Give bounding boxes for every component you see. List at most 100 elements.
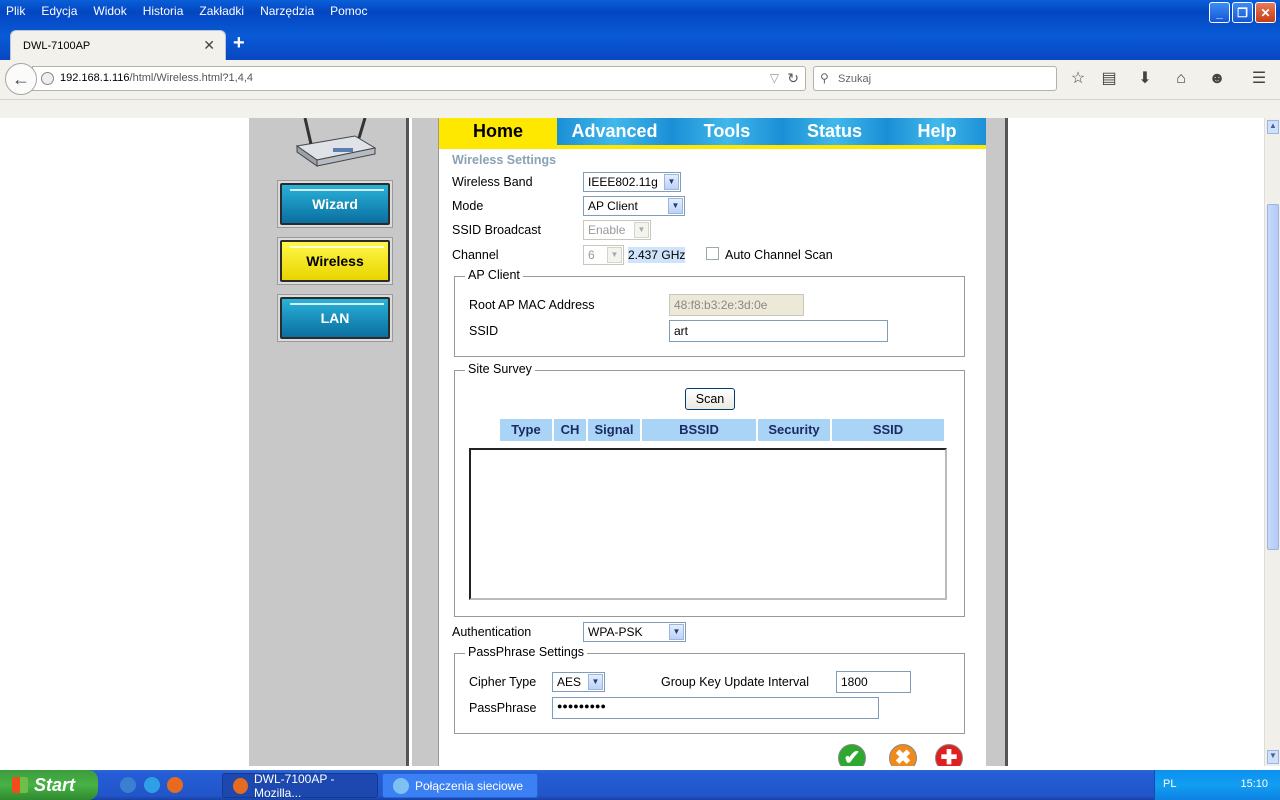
column-signal[interactable]: Signal xyxy=(588,419,640,441)
ssid-input[interactable]: art xyxy=(669,320,888,342)
tabs-underline xyxy=(439,145,987,149)
column-security[interactable]: Security xyxy=(758,419,830,441)
nav-wireless-button[interactable]: Wireless xyxy=(277,237,393,285)
mode-select[interactable]: AP Client ▼ xyxy=(583,196,685,216)
scroll-down-icon[interactable]: ▼ xyxy=(1267,750,1279,764)
home-icon[interactable]: ⌂ xyxy=(1170,69,1192,91)
start-button[interactable]: Start xyxy=(0,770,98,800)
ssid-label: SSID xyxy=(469,324,499,338)
channel-label: Channel xyxy=(452,248,499,262)
ssid-broadcast-value: Enable xyxy=(588,223,626,237)
quick-launch-firefox-icon[interactable] xyxy=(167,777,183,793)
site-survey-list[interactable] xyxy=(469,448,947,600)
menu-narzedzia[interactable]: Narzędzia xyxy=(252,0,322,22)
column-bssid[interactable]: BSSID xyxy=(642,419,756,441)
chat-icon[interactable]: ☻ xyxy=(1206,69,1228,91)
group-key-label: Group Key Update Interval xyxy=(661,675,809,689)
tab-advanced[interactable]: Advanced xyxy=(557,118,672,145)
nav-wizard-button[interactable]: Wizard xyxy=(277,180,393,228)
nav-wizard-label: Wizard xyxy=(280,183,390,225)
task-firefox[interactable]: DWL-7100AP - Mozilla... xyxy=(222,771,378,800)
chevron-down-icon: ▼ xyxy=(668,198,683,214)
tab-status[interactable]: Status xyxy=(782,118,887,145)
column-ch[interactable]: CH xyxy=(554,419,586,441)
new-tab-button[interactable]: + xyxy=(233,32,245,54)
menu-plik[interactable]: Plik xyxy=(0,0,33,22)
passphrase-input[interactable]: ●●●●●●●●● xyxy=(552,697,879,719)
language-indicator[interactable]: PL xyxy=(1163,778,1176,790)
scan-button[interactable]: Scan xyxy=(685,388,735,410)
hamburger-menu-icon[interactable]: ☰ xyxy=(1248,69,1270,91)
menu-widok[interactable]: Widok xyxy=(85,0,134,22)
menu-historia[interactable]: Historia xyxy=(135,0,192,22)
column-type[interactable]: Type xyxy=(500,419,552,441)
group-key-input[interactable]: 1800 xyxy=(836,671,911,693)
windows-logo-icon xyxy=(12,777,28,793)
restore-button[interactable]: ❐ xyxy=(1232,2,1253,23)
scrollbar-thumb[interactable] xyxy=(1267,204,1279,550)
passphrase-label: PassPhrase xyxy=(469,701,537,715)
start-label: Start xyxy=(34,774,76,795)
tab-home[interactable]: Home xyxy=(439,118,557,145)
system-tray: PL 15:10 xyxy=(1154,770,1280,800)
bookmark-star-icon[interactable]: ☆ xyxy=(1067,69,1089,91)
wireless-band-select[interactable]: IEEE802.11g ▼ xyxy=(583,172,681,192)
mode-label: Mode xyxy=(452,199,484,213)
chevron-down-icon: ▼ xyxy=(669,624,684,640)
task-network-connections[interactable]: Połączenia sieciowe xyxy=(382,773,538,798)
minimize-button[interactable]: _ xyxy=(1209,2,1230,23)
cancel-x-icon[interactable]: ✖ xyxy=(889,744,917,766)
column-ssid[interactable]: SSID xyxy=(832,419,944,441)
tab-help[interactable]: Help xyxy=(887,118,987,145)
channel-select[interactable]: 6 ▼ xyxy=(583,245,624,265)
cipher-type-value: AES xyxy=(557,675,582,689)
wireless-band-label: Wireless Band xyxy=(452,175,533,189)
nav-lan-label: LAN xyxy=(280,297,390,339)
menu-edycja[interactable]: Edycja xyxy=(33,0,85,22)
passphrase-settings-legend: PassPhrase Settings xyxy=(465,645,588,659)
download-icon[interactable]: ⬇ xyxy=(1134,69,1156,91)
reload-icon[interactable]: ↻ xyxy=(787,70,799,87)
help-plus-icon[interactable]: ✚ xyxy=(935,744,963,766)
router-tabs: Home Advanced Tools Status Help xyxy=(439,118,987,149)
content-border xyxy=(412,118,438,766)
root-mac-input[interactable]: 48:f8:b3:2e:3d:0e xyxy=(669,294,804,316)
search-bar[interactable]: ⚲ Szukaj xyxy=(813,66,1057,91)
auto-channel-scan-label: Auto Channel Scan xyxy=(725,248,833,262)
browser-tab[interactable]: DWL-7100AP ✕ xyxy=(10,30,226,60)
cipher-type-select[interactable]: AES ▼ xyxy=(552,672,605,692)
chevron-down-icon: ▼ xyxy=(588,674,603,690)
wireless-band-value: IEEE802.11g xyxy=(588,175,658,189)
scroll-up-icon[interactable]: ▲ xyxy=(1267,120,1279,134)
close-window-button[interactable]: ✕ xyxy=(1255,2,1276,23)
ap-client-fieldset: AP Client xyxy=(454,268,965,357)
chevron-down-icon: ▼ xyxy=(634,222,649,238)
url-history-dropdown-icon[interactable]: ▽ xyxy=(770,71,779,85)
menu-pomoc[interactable]: Pomoc xyxy=(322,0,375,22)
url-text: 192.168.1.116/html/Wireless.html?1,4,4 xyxy=(60,72,253,84)
reading-list-icon[interactable]: ▤ xyxy=(1098,69,1120,91)
tab-title: DWL-7100AP xyxy=(23,40,91,52)
url-path: /html/Wireless.html?1,4,4 xyxy=(129,72,254,84)
auto-channel-scan-checkbox[interactable] xyxy=(706,247,719,260)
tab-tools[interactable]: Tools xyxy=(672,118,782,145)
toolbar-gap xyxy=(0,100,1280,118)
clock[interactable]: 15:10 xyxy=(1240,778,1268,790)
nav-lan-button[interactable]: LAN xyxy=(277,294,393,342)
menu-zakladki[interactable]: Zakładki xyxy=(191,0,252,22)
url-bar[interactable]: 192.168.1.116/html/Wireless.html?1,4,4 ▽… xyxy=(32,66,806,91)
close-tab-icon[interactable]: ✕ xyxy=(203,37,215,54)
quick-launch-desktop-icon[interactable] xyxy=(120,777,136,793)
ssid-broadcast-label: SSID Broadcast xyxy=(452,223,541,237)
task-firefox-label: DWL-7100AP - Mozilla... xyxy=(254,771,335,800)
menu-bar: Plik Edycja Widok Historia Zakładki Narz… xyxy=(0,0,375,22)
authentication-value: WPA-PSK xyxy=(588,625,643,639)
quick-launch-ie-icon[interactable] xyxy=(144,777,160,793)
back-button[interactable]: ← xyxy=(5,63,37,95)
authentication-select[interactable]: WPA-PSK ▼ xyxy=(583,622,686,642)
ssid-broadcast-select[interactable]: Enable ▼ xyxy=(583,220,651,240)
apply-check-icon[interactable]: ✔ xyxy=(838,744,866,766)
vertical-scrollbar[interactable]: ▲ ▼ xyxy=(1264,118,1280,766)
site-info-icon[interactable] xyxy=(41,72,54,85)
tab-strip: DWL-7100AP ✕ + xyxy=(0,28,1280,60)
